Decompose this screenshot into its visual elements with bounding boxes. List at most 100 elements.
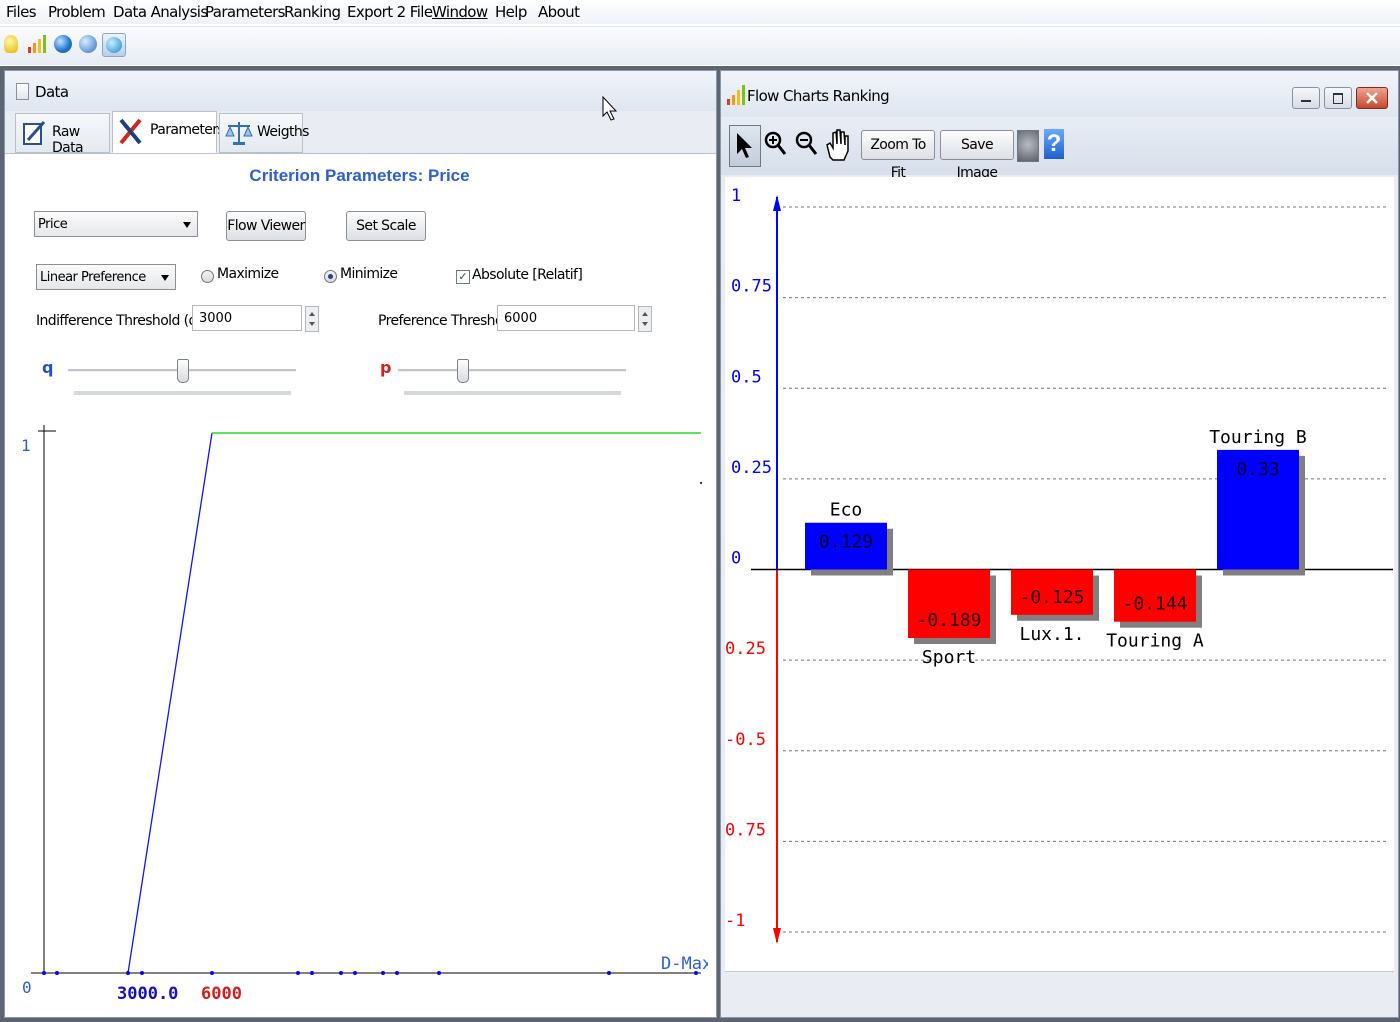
q-label: q <box>42 358 53 377</box>
bar-value-label: -0.189 <box>916 610 981 631</box>
preference-function-chart: 1 0 3000.0 6000 D-Max <box>21 425 708 1004</box>
y-tick-label: 1 <box>731 186 741 206</box>
y-tick-label: 0.25 <box>731 458 772 478</box>
q-slider-thumb[interactable] <box>177 359 189 383</box>
refresh-icon[interactable] <box>79 35 97 53</box>
bar-value-label: 0.129 <box>819 532 873 553</box>
criterion-select-value: Price <box>38 217 68 232</box>
menu-problem[interactable]: Problem <box>48 3 106 21</box>
indifference-spinner[interactable] <box>305 306 319 332</box>
bar-value-label: -0.144 <box>1122 594 1187 615</box>
tab-raw-data-label: Raw Data <box>52 124 84 156</box>
criterion-heading: Criterion Parameters: Price <box>249 166 470 185</box>
data-window-title: Data <box>35 83 69 101</box>
bar-category-label: Sport <box>922 647 976 668</box>
lightbulb-icon[interactable] <box>4 35 18 53</box>
minimize-icon <box>1301 100 1311 102</box>
absolute-checkbox[interactable]: ✓ <box>456 270 470 284</box>
y-tick-label: -0.5 <box>725 730 766 750</box>
restore-window-button[interactable] <box>1324 87 1352 109</box>
menu-export-2-file[interactable]: Export 2 File <box>347 3 433 21</box>
restore-icon <box>1333 93 1343 104</box>
bar-value-label: -0.125 <box>1019 587 1084 608</box>
bar-chart-icon[interactable] <box>27 35 46 53</box>
preference-function-select[interactable]: Linear Preference <box>36 264 176 290</box>
p-slider-thumb[interactable] <box>456 359 469 383</box>
minimize-radio[interactable] <box>324 270 337 283</box>
flow-viewer-button[interactable]: Flow Viewer <box>226 211 306 241</box>
bar-chart-icon <box>727 85 745 105</box>
camera-icon[interactable] <box>1017 130 1039 162</box>
y-axis-arrow-down <box>773 928 781 944</box>
menu-data-analysis[interactable]: Data Analysis <box>113 3 208 21</box>
chevron-down-icon <box>161 275 169 281</box>
pointer-icon <box>737 133 752 158</box>
preference-select-value: Linear Preference <box>40 270 146 285</box>
flow-ranking-chart: 1 0.75 0.5 0.25 0 0.25 -0.5 0.75 -1 0.129 Eco -0.18… <box>725 186 1393 944</box>
main-toolbar <box>0 26 1400 65</box>
scales-icon <box>225 122 253 145</box>
bar-category-label: Lux.1. <box>1019 624 1084 645</box>
check-globe-icon[interactable] <box>102 33 126 57</box>
document-icon <box>16 83 29 100</box>
save-image-button[interactable]: Save Image <box>940 130 1014 181</box>
y-tick-label: 0 <box>731 549 741 569</box>
maximize-radio[interactable] <box>201 270 214 283</box>
pan-hand-icon[interactable] <box>824 127 852 163</box>
close-icon <box>1366 92 1378 104</box>
y-tick-label: 0.5 <box>731 367 762 387</box>
p-slider-track <box>398 369 626 372</box>
data-window: Data Raw Data Parameters Weigths Criteri… <box>4 70 717 1018</box>
y-tick-label: 0.25 <box>725 639 766 659</box>
tab-raw-data[interactable]: Raw Data <box>15 113 110 156</box>
tab-parameters[interactable]: Parameters <box>112 111 225 153</box>
y-axis-arrow-up <box>773 195 781 211</box>
mouse-cursor-icon <box>602 96 618 121</box>
bar-category-label: Touring A <box>1106 631 1204 652</box>
pref-x-origin-label: 0 <box>22 978 32 997</box>
zoom-to-fit-button[interactable]: Zoom To Fit <box>861 130 935 181</box>
menu-parameters[interactable]: Parameters <box>205 3 285 21</box>
menu-files[interactable]: Files <box>6 3 37 21</box>
parameters-pane: Criterion Parameters: Price Price Flow V… <box>11 155 708 1013</box>
flow-charts-window: Flow Charts Ranking Zoom To Fit Save Ima… <box>720 70 1399 1018</box>
flow-chart-area: 1 0.75 0.5 0.25 0 0.25 -0.5 0.75 -1 0.129 Eco -0.18… <box>725 177 1394 972</box>
set-scale-button[interactable]: Set Scale <box>346 211 426 241</box>
globe-icon[interactable] <box>54 35 72 53</box>
y-tick-label: -1 <box>725 911 745 931</box>
pref-q-tick-label: 3000.0 <box>117 984 178 1004</box>
close-window-button[interactable] <box>1356 87 1388 109</box>
criterion-select[interactable]: Price <box>34 211 198 237</box>
bar-value-label: 0.33 <box>1236 459 1279 480</box>
zoom-out-icon[interactable] <box>794 129 820 161</box>
minimize-window-button[interactable] <box>1292 87 1320 109</box>
absolute-label: Absolute [Relatif] <box>472 267 583 283</box>
pref-ramp-line <box>127 432 213 974</box>
bar-category-label: Touring B <box>1209 427 1307 448</box>
preference-threshold-input[interactable]: 6000 <box>497 305 635 331</box>
pointer-tool-button[interactable] <box>729 125 761 167</box>
flow-window-title: Flow Charts Ranking <box>747 87 890 105</box>
minimize-label: Minimize <box>340 266 398 282</box>
menu-bar: Files Problem Data Analysis Parameters R… <box>0 0 1400 24</box>
menu-ranking[interactable]: Ranking <box>284 3 341 21</box>
tab-parameters-label: Parameters <box>150 122 225 138</box>
menu-about[interactable]: About <box>538 3 580 21</box>
notepad-pencil-icon <box>23 121 46 145</box>
pref-x-end-label: D-Max <box>661 954 708 974</box>
pref-stray-dot <box>700 482 702 484</box>
pref-p-tick-label: 6000 <box>201 984 242 1004</box>
help-icon[interactable]: ? <box>1044 129 1064 159</box>
menu-help[interactable]: Help <box>495 3 527 21</box>
menu-window[interactable]: Window <box>432 3 488 21</box>
flow-window-titlebar[interactable]: Flow Charts Ranking <box>721 71 1398 117</box>
p-label: p <box>380 358 391 377</box>
indifference-threshold-input[interactable]: 3000 <box>192 305 302 331</box>
preference-spinner[interactable] <box>638 306 652 332</box>
tab-weigths[interactable]: Weigths <box>219 113 309 153</box>
y-tick-label: 0.75 <box>725 820 766 840</box>
pref-y-top-label: 1 <box>21 436 31 455</box>
zoom-in-icon[interactable] <box>763 129 789 161</box>
q-slider-bar <box>74 391 291 395</box>
tools-icon <box>119 118 142 145</box>
